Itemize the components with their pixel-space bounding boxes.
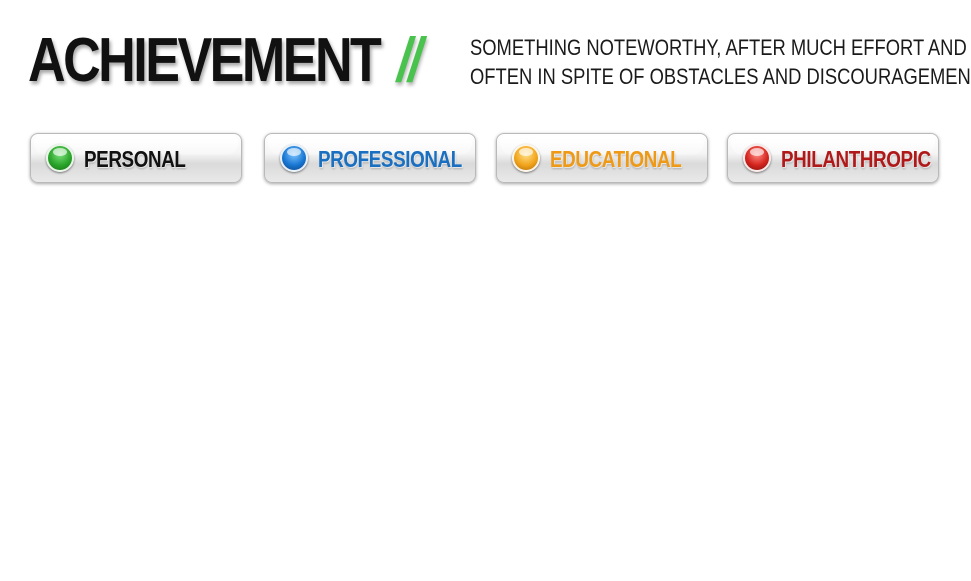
professional-label: PROFESSIONAL [318,146,462,172]
orange-orb-icon [512,144,540,172]
professional-button[interactable]: PROFESSIONAL [264,133,476,183]
definition-text: SOMETHING NOTEWORTHY, AFTER MUCH EFFORT … [470,33,971,91]
educational-button[interactable]: EDUCATIONAL [496,133,708,183]
category-buttons: PERSONAL PROFESSIONAL EDUCATIONAL PHILAN… [30,133,942,185]
philanthropic-button[interactable]: PHILANTHROPIC [727,133,939,183]
green-orb-icon [46,144,74,172]
blue-orb-icon [280,144,308,172]
title-separator: // [397,26,423,95]
personal-button[interactable]: PERSONAL [30,133,242,183]
page-title: ACHIEVEMENT [28,26,382,95]
definition-line-2: OFTEN IN SPITE OF OBSTACLES AND DISCOURA… [470,64,971,89]
personal-label: PERSONAL [84,146,186,172]
educational-label: EDUCATIONAL [550,146,682,172]
definition-line-1: SOMETHING NOTEWORTHY, AFTER MUCH EFFORT … [470,35,967,60]
page-header: ACHIEVEMENT // SOMETHING NOTEWORTHY, AFT… [28,26,971,96]
red-orb-icon [743,144,771,172]
philanthropic-label: PHILANTHROPIC [781,146,931,172]
